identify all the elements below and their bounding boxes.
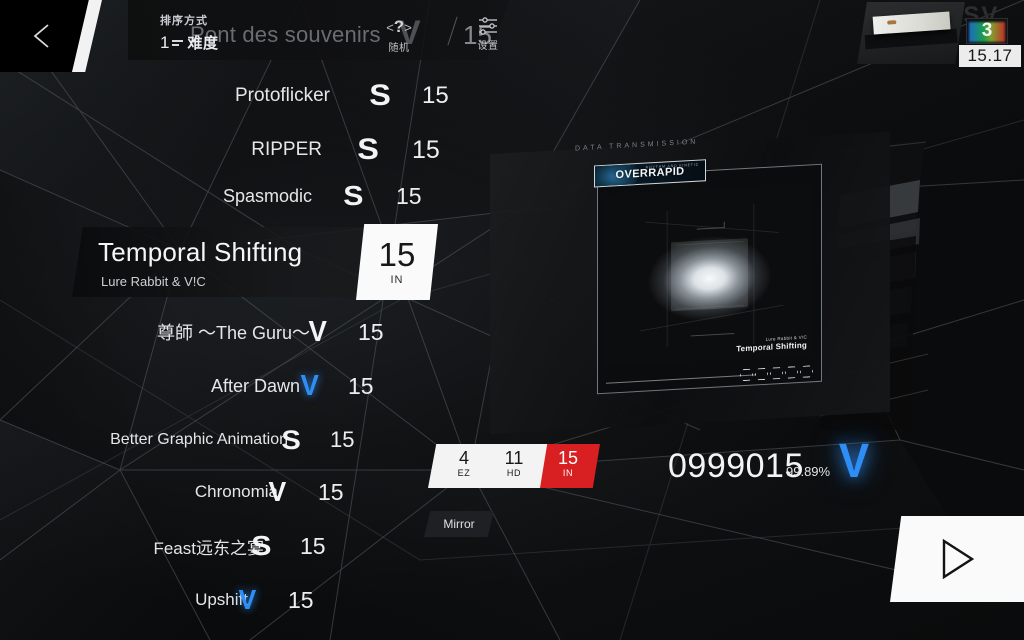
song-level: 15 <box>288 586 314 613</box>
song-select-screen: Pont des souvenirs 排序方式 1 难度 V 15 <?> 随机 <box>0 0 1024 640</box>
album-jacket-panel: DATA TRANSMISSION RHYTHM AND KINETIC OVE… <box>455 131 895 435</box>
song-level: 15 <box>318 478 344 505</box>
score-rank: V <box>838 435 870 488</box>
hexagon-decorations <box>740 365 813 381</box>
song-list[interactable]: Protoflicker S 15 RIPPER S 15 Spasmodic S 15 尊師 ～… <box>0 72 460 640</box>
song-level: 15 <box>412 135 440 164</box>
jacket-frame[interactable]: RHYTHM AND KINETIC OVERRAPID Lure Rabbit… <box>594 159 822 395</box>
selected-level-type: IN <box>390 274 404 286</box>
song-grade: V <box>300 369 318 402</box>
question-mark-icon: <?> <box>386 17 412 36</box>
sort-lines-icon <box>172 38 184 48</box>
random-button[interactable]: <?> 随机 <box>377 16 421 54</box>
difficulty-name-in: IN <box>562 467 574 478</box>
song-level: 15 <box>358 318 384 345</box>
selected-song-title: Temporal Shifting <box>98 237 303 267</box>
song-grade: V <box>238 584 256 615</box>
song-level: 15 <box>396 182 422 209</box>
song-row[interactable]: Protoflicker S 15 <box>0 76 460 116</box>
song-grade: S <box>251 530 271 561</box>
song-title: Chronomia <box>194 482 278 501</box>
back-arrow-icon <box>33 24 49 48</box>
song-level: 15 <box>300 532 326 559</box>
song-row[interactable]: Feast远东之宴 S 15 <box>0 526 460 566</box>
song-title: Feast远东之宴 <box>153 538 264 558</box>
random-label: 随机 <box>388 43 410 54</box>
selected-song-artist: Lure Rabbit & V!C <box>101 274 206 289</box>
song-level: 15 <box>422 82 449 109</box>
song-row[interactable]: RIPPER S 15 <box>0 130 460 170</box>
song-level: 15 <box>330 427 355 452</box>
difficulty-name-ez: EZ <box>457 467 471 478</box>
song-row[interactable]: 尊師 ～The Guru～ V 15 <box>0 312 460 352</box>
song-title: After Dawn <box>210 375 300 396</box>
mirror-modifier-tag[interactable]: Mirror <box>424 511 494 537</box>
song-row[interactable]: Chronomia V 15 <box>0 472 460 512</box>
difficulty-level-in: 15 <box>557 448 579 468</box>
sort-label: 排序方式 <box>160 15 208 27</box>
brand-name: OVERRAPID <box>615 165 685 182</box>
combo-badge-value: 3 <box>981 20 993 41</box>
combo-badge: 3 <box>966 18 1008 44</box>
song-grade: S <box>357 133 379 166</box>
difficulty-option-ez[interactable]: 4 EZ <box>440 449 488 478</box>
profile-thumbnail[interactable] <box>857 2 965 64</box>
selected-level-number: 15 <box>378 236 416 273</box>
ghost-song-title: Pont des souvenirs <box>190 22 381 47</box>
song-level: 15 <box>348 372 374 399</box>
selected-level-badge: 15 IN <box>356 224 438 300</box>
song-title: RIPPER <box>251 139 322 160</box>
difficulty-name-hd: HD <box>506 467 522 478</box>
play-button[interactable] <box>890 516 1024 602</box>
song-row[interactable]: Better Graphic Animation S 15 <box>0 420 460 460</box>
score-accuracy: 99.89% <box>786 464 831 479</box>
song-grade: V <box>308 315 326 348</box>
jacket-rule <box>606 374 756 384</box>
sort-number: 1 <box>160 33 170 52</box>
sliders-icon <box>466 14 510 36</box>
mirror-label: Mirror <box>443 517 475 531</box>
score-value: 0999015 <box>668 447 804 485</box>
song-title: 尊師 ～The Guru～ <box>156 323 310 343</box>
difficulty-level-hd: 11 <box>504 448 524 468</box>
sort-value: 难度 <box>187 35 219 52</box>
song-grade: S <box>281 424 300 455</box>
rating-value: 15.17 <box>967 46 1013 65</box>
song-row[interactable]: Spasmodic S 15 <box>0 176 460 216</box>
song-grade: S <box>343 180 363 211</box>
settings-label: 设置 <box>477 41 499 52</box>
song-row[interactable]: Upshift V 15 <box>0 580 460 620</box>
album-artwork: Lure Rabbit & V!C Temporal Shifting <box>606 183 813 367</box>
song-row[interactable]: After Dawn V 15 <box>0 366 460 406</box>
difficulty-option-hd[interactable]: 11 HD <box>490 449 538 478</box>
difficulty-selector[interactable]: 4 EZ 11 HD 15 IN <box>428 444 600 488</box>
song-title: Spasmodic <box>222 185 312 206</box>
song-grade: V <box>268 476 286 507</box>
song-title: Better Graphic Animation <box>110 431 288 448</box>
difficulty-option-in[interactable]: 15 IN <box>544 449 592 478</box>
sort-control[interactable]: 排序方式 1 难度 <box>160 12 218 53</box>
song-title: Protoflicker <box>234 85 330 106</box>
settings-button[interactable]: 设置 <box>466 14 510 52</box>
difficulty-level-ez: 4 <box>458 448 469 468</box>
song-grade: S <box>369 79 391 112</box>
rating-plate: 15.17 <box>959 45 1021 67</box>
play-triangle-icon <box>942 538 975 580</box>
